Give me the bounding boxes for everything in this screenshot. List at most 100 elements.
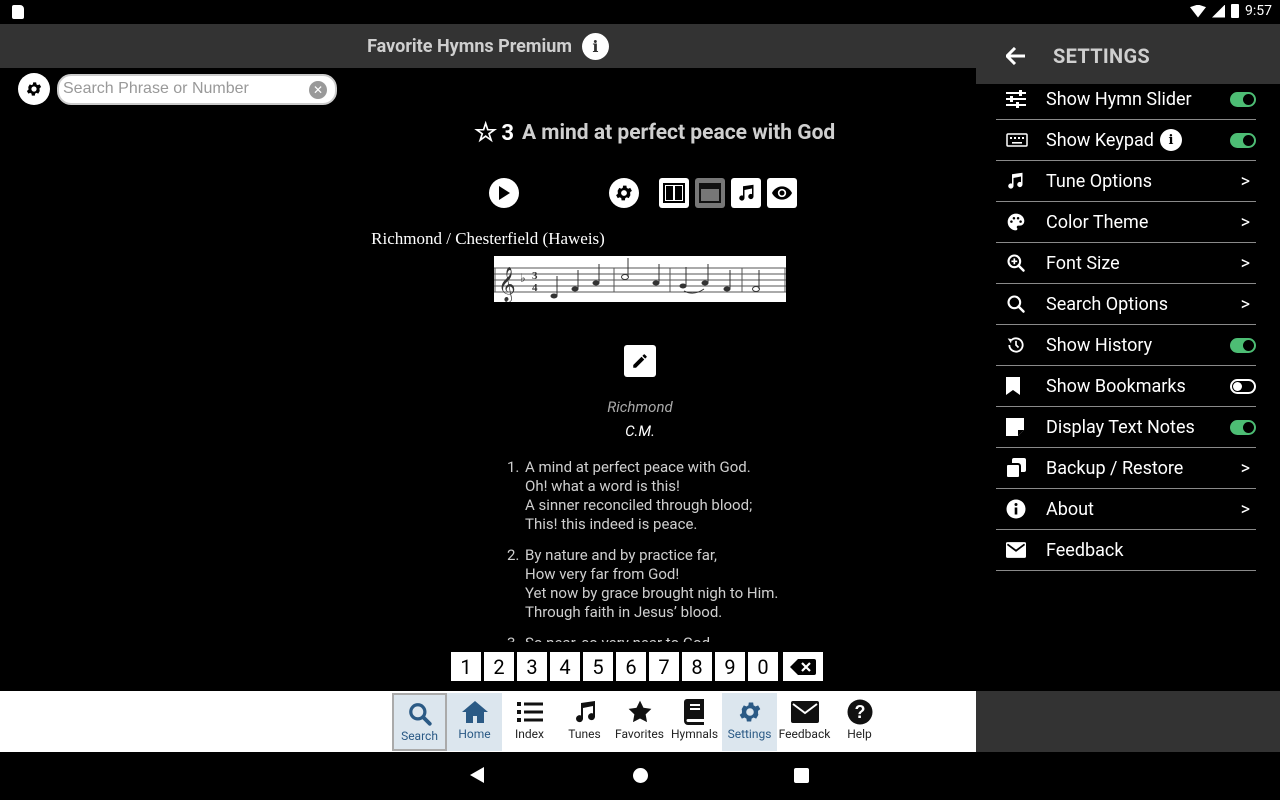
key-5[interactable]: 5 <box>583 652 613 681</box>
key-1[interactable]: 1 <box>451 652 481 681</box>
show-bookmarks-toggle[interactable] <box>1230 378 1256 394</box>
setting-show-hymn-slider[interactable]: Show Hymn Slider <box>996 79 1256 120</box>
split-view-button[interactable] <box>659 178 689 208</box>
staff-notation: 𝄞 ♭ 3 4 <box>494 258 786 303</box>
palette-icon <box>1007 213 1025 231</box>
setting-font-size[interactable]: Font Size > <box>996 243 1256 284</box>
wifi-icon <box>1190 4 1206 18</box>
gear-icon <box>616 185 632 201</box>
app-header: Favorite Hymns Premium i <box>0 24 976 68</box>
signal-icon <box>1212 4 1225 18</box>
play-button[interactable] <box>489 178 519 208</box>
key-0[interactable]: 0 <box>748 652 778 681</box>
verse-line: Oh! what a word is this! <box>525 477 680 495</box>
hymn-settings-button[interactable] <box>609 178 639 208</box>
setting-about[interactable]: About > <box>996 489 1256 530</box>
key-9[interactable]: 9 <box>715 652 745 681</box>
nav-favorites[interactable]: Favorites <box>612 693 667 751</box>
setting-feedback[interactable]: Feedback <box>996 530 1256 571</box>
svg-text:♭: ♭ <box>520 271 526 285</box>
verse-number: 2. <box>507 546 520 564</box>
copy-icon <box>1006 458 1026 478</box>
svg-text:3: 3 <box>532 270 538 282</box>
favorite-star-icon[interactable]: ☆ <box>474 118 497 148</box>
nav-help-label: Help <box>847 727 872 741</box>
settings-title: SETTINGS <box>1053 44 1151 68</box>
show-hymn-slider-toggle[interactable] <box>1230 91 1256 107</box>
hymn-verses: 1. A mind at perfect peace with God. Oh!… <box>507 458 927 642</box>
key-7[interactable]: 7 <box>649 652 679 681</box>
setting-show-keypad[interactable]: Show Keypad i <box>996 120 1256 161</box>
setting-backup-restore[interactable]: Backup / Restore > <box>996 448 1256 489</box>
search-settings-button[interactable] <box>18 73 50 105</box>
setting-tune-options[interactable]: Tune Options > <box>996 161 1256 202</box>
verse-line: A mind at perfect peace with God. <box>525 458 751 476</box>
system-recents-button[interactable] <box>794 768 809 783</box>
nav-feedback[interactable]: Feedback <box>777 693 832 751</box>
key-3[interactable]: 3 <box>517 652 547 681</box>
backspace-button[interactable] <box>783 652 823 681</box>
music-icon <box>739 184 754 201</box>
edit-notes-button[interactable] <box>624 345 656 377</box>
system-home-button[interactable] <box>633 768 648 783</box>
nav-home-label: Home <box>458 727 491 741</box>
info-icon[interactable]: i <box>581 32 609 60</box>
nav-hymnals[interactable]: Hymnals <box>667 693 722 751</box>
setting-show-history[interactable]: Show History <box>996 325 1256 366</box>
music-staff[interactable]: 𝄞 ♭ 3 4 <box>494 256 786 303</box>
hymn-header: ☆ 3 A mind at perfect peace with God <box>474 118 835 148</box>
chevron-right-icon: > <box>1240 252 1250 274</box>
nav-index[interactable]: Index <box>502 693 557 751</box>
setting-color-theme[interactable]: Color Theme > <box>996 202 1256 243</box>
setting-label: Show Keypad <box>1046 129 1154 151</box>
nav-feedback-label: Feedback <box>778 727 831 741</box>
envelope-icon <box>1006 542 1026 558</box>
clear-search-button[interactable]: ✕ <box>309 80 327 99</box>
back-arrow-icon[interactable] <box>1004 46 1026 71</box>
key-2[interactable]: 2 <box>484 652 514 681</box>
setting-display-text-notes[interactable]: Display Text Notes <box>996 407 1256 448</box>
setting-search-options[interactable]: Search Options > <box>996 284 1256 325</box>
key-6[interactable]: 6 <box>616 652 646 681</box>
app-title: Favorite Hymns Premium <box>367 35 572 57</box>
star-icon <box>628 700 651 723</box>
nav-index-label: Index <box>515 727 544 741</box>
nav-search[interactable]: Search <box>392 693 447 751</box>
setting-label: Show Bookmarks <box>1046 375 1186 397</box>
keyboard-icon <box>1006 133 1028 147</box>
svg-text:4: 4 <box>532 282 538 294</box>
chevron-right-icon: > <box>1240 293 1250 315</box>
nav-help[interactable]: ? Help <box>832 693 887 751</box>
view-button[interactable] <box>767 178 797 208</box>
envelope-icon <box>790 701 819 723</box>
verse-line: By nature and by practice far, <box>525 546 717 564</box>
info-icon <box>1006 499 1026 519</box>
hymn-title: A mind at perfect peace with God <box>521 121 836 145</box>
keypad-info-icon[interactable]: i <box>1159 129 1182 151</box>
setting-label: Color Theme <box>1046 211 1149 233</box>
search-row: ✕ <box>18 73 337 105</box>
nav-tunes[interactable]: Tunes <box>557 693 612 751</box>
display-text-notes-toggle[interactable] <box>1230 419 1256 435</box>
setting-show-bookmarks[interactable]: Show Bookmarks <box>996 366 1256 407</box>
key-4[interactable]: 4 <box>550 652 580 681</box>
setting-label: Show History <box>1046 334 1153 356</box>
chevron-right-icon: > <box>1240 170 1250 192</box>
number-keypad: 1 2 3 4 5 6 7 8 9 0 <box>451 652 823 681</box>
setting-label: Display Text Notes <box>1046 416 1195 438</box>
verse-line: Through faith in Jesus’ blood. <box>525 603 723 621</box>
music-button[interactable] <box>731 178 761 208</box>
show-keypad-toggle[interactable] <box>1230 132 1256 148</box>
sliders-icon <box>1006 90 1026 108</box>
key-8[interactable]: 8 <box>682 652 712 681</box>
system-back-button[interactable] <box>470 767 484 783</box>
nav-home[interactable]: Home <box>447 693 502 751</box>
verse-line: A sinner reconciled through blood; <box>525 496 753 514</box>
nav-settings[interactable]: Settings <box>722 693 777 751</box>
nav-hymnals-label: Hymnals <box>670 727 719 741</box>
gear-icon <box>739 702 760 722</box>
single-view-button[interactable] <box>695 178 725 208</box>
show-history-toggle[interactable] <box>1230 337 1256 353</box>
search-input[interactable] <box>63 80 303 98</box>
verse-line: This! this indeed is peace. <box>525 515 698 533</box>
